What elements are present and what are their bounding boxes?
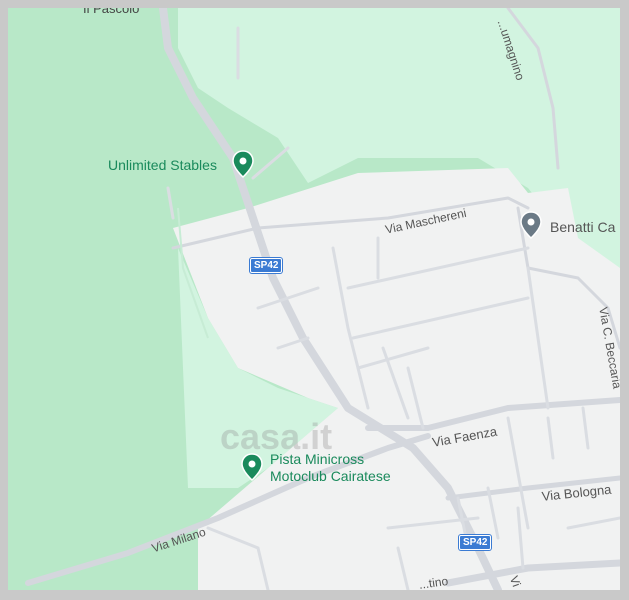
map-canvas — [25, 8, 620, 590]
map-frame: Unlimited Stables Benatti Ca Pista Minic… — [0, 0, 629, 600]
road-shield-sp42: SP42 — [250, 258, 283, 273]
poi-label-unlimited-stables[interactable]: Unlimited Stables — [108, 157, 217, 173]
poi-label-motoclub[interactable]: Motoclub Cairatese — [270, 468, 391, 484]
watermark: casa.it — [220, 416, 333, 457]
road-shield-sp42: SP42 — [459, 535, 492, 550]
poi-label-benatti[interactable]: Benatti Ca — [550, 219, 615, 235]
map-pin-icon[interactable] — [232, 150, 254, 178]
map-view[interactable]: Unlimited Stables Benatti Ca Pista Minic… — [8, 8, 620, 590]
map-pin-icon[interactable] — [520, 211, 542, 239]
place-label-il-pascolo: Il Pascolo — [83, 8, 140, 16]
street-label-bottom: ...tino — [418, 573, 450, 590]
